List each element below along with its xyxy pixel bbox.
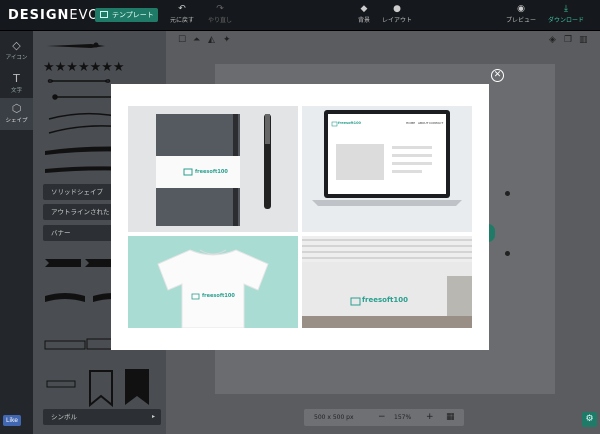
paint-bucket-icon: ◆ — [360, 4, 368, 14]
eye-icon: ◉ — [517, 4, 525, 14]
gear-icon: ⚙ — [585, 414, 594, 424]
redo-button[interactable]: ↷ やり直し — [203, 4, 237, 24]
laptop-brand-text: freesoft100 — [338, 121, 361, 125]
diamond-icon: ◇ — [12, 39, 21, 52]
laptop-image — [312, 110, 462, 206]
office-wall-image — [302, 236, 472, 328]
facebook-like-button[interactable]: Like — [3, 415, 21, 426]
trash-icon[interactable]: ▥ — [579, 35, 588, 45]
undo-icon: ↶ — [178, 4, 186, 14]
nav-icons[interactable]: ◇ アイコン — [0, 35, 33, 67]
svg-text:★★★★★★★: ★★★★★★★ — [43, 60, 125, 75]
tshirt-brand-text: freesoft100 — [202, 293, 235, 299]
top-bar: DESIGNEVO テンプレート ↶ 元に戻す ↷ やり直し ◆ 背景 ● レイアウト … — [0, 0, 600, 31]
shapes-icon: ⬡ — [11, 102, 22, 115]
copy-icon[interactable]: ❐ — [564, 35, 572, 45]
stars-shape[interactable]: ★★★★★★★ — [43, 60, 125, 75]
close-icon[interactable]: ✕ — [491, 69, 504, 82]
laptop-mockup: freesoft100 HOME ABOUT CONTACT — [302, 106, 472, 232]
wall-sign-mockup: freesoft100 — [302, 236, 472, 328]
template-icon — [100, 11, 108, 18]
undo-button[interactable]: ↶ 元に戻す — [165, 4, 199, 24]
notebook-mockup: freesoft100 — [128, 106, 298, 232]
text-icon: T — [13, 72, 20, 85]
bookmark-shape[interactable] — [46, 369, 149, 408]
checkbox-icon[interactable]: ☐ — [178, 35, 186, 45]
resize-handle[interactable] — [505, 191, 510, 196]
scroll-divider-shape[interactable] — [47, 79, 111, 83]
settings-button[interactable]: ⚙ — [582, 412, 597, 427]
preview-button[interactable]: ◉ プレビュー — [504, 4, 538, 24]
laptop-nav-about: ABOUT — [418, 121, 429, 125]
canvas-size[interactable]: 500 x 500 px — [314, 409, 354, 426]
edit-toolbar: ☐ ⏶ ◭ ✦ ◈ ❐ ▥ — [166, 31, 600, 49]
layout-icon: ● — [393, 4, 401, 14]
laptop-nav-contact: CONTACT — [429, 121, 444, 125]
menu-symbol[interactable]: シンボル ▸ — [43, 409, 161, 425]
ornament-divider-shape[interactable] — [47, 42, 105, 49]
zoom-level[interactable]: 157% — [394, 409, 411, 426]
zoom-out-button[interactable]: − — [378, 409, 386, 426]
brand-text: freesoft100 — [195, 169, 228, 175]
layers-align-icon[interactable]: ⏶ — [193, 35, 200, 45]
download-button[interactable]: ⤓ ダウンロード — [548, 4, 584, 24]
tshirt-image — [157, 249, 269, 328]
zoom-bar: 500 x 500 px − 157% + ▦ — [304, 409, 464, 426]
layout-button[interactable]: ● レイアウト — [380, 4, 414, 24]
left-nav: ◇ アイコン T 文字 ⬡ シェイプ — [0, 31, 33, 434]
laptop-nav-home: HOME — [406, 121, 416, 125]
magic-icon[interactable]: ✦ — [223, 35, 231, 45]
nav-text[interactable]: T 文字 — [0, 68, 33, 100]
template-button[interactable]: テンプレート — [95, 8, 158, 22]
wall-brand-text: freesoft100 — [362, 296, 408, 304]
tshirt-mockup: freesoft100 — [128, 236, 298, 328]
chevron-right-icon: ▸ — [151, 413, 155, 420]
flip-icon[interactable]: ◭ — [208, 35, 215, 45]
app-logo[interactable]: DESIGNEVO — [8, 8, 100, 23]
zoom-in-button[interactable]: + — [426, 409, 434, 426]
download-icon: ⤓ — [564, 4, 568, 14]
layers-icon[interactable]: ◈ — [549, 35, 556, 45]
resize-handle[interactable] — [505, 251, 510, 256]
background-button[interactable]: ◆ 背景 — [347, 4, 381, 24]
redo-icon: ↷ — [216, 4, 224, 14]
ribbon-shape[interactable] — [45, 259, 121, 267]
nav-shapes[interactable]: ⬡ シェイプ — [0, 98, 33, 130]
grid-icon[interactable]: ▦ — [446, 409, 455, 426]
